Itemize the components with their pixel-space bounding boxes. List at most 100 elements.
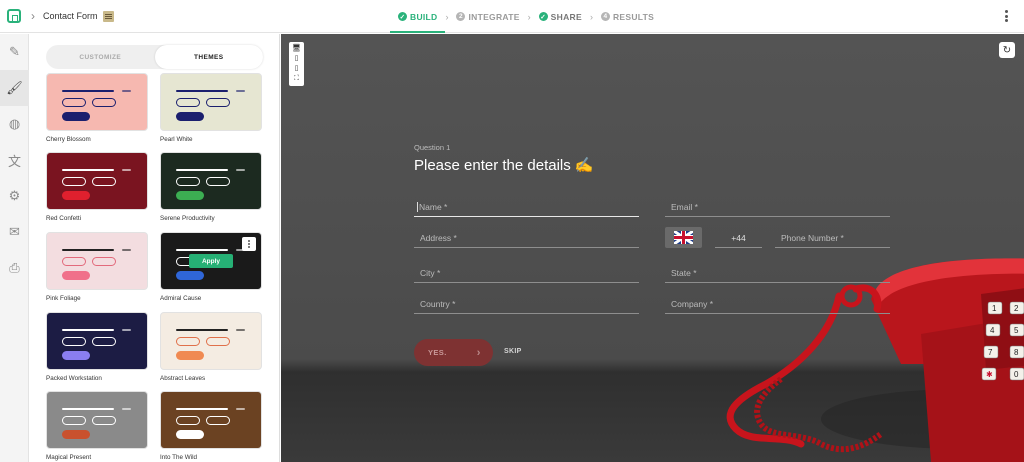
company-field[interactable]: Company * bbox=[665, 293, 890, 314]
theme-card[interactable]: Packed Workstation bbox=[46, 312, 148, 382]
theme-thumbnail[interactable] bbox=[160, 152, 262, 210]
chevron-right-icon: › bbox=[31, 9, 35, 23]
notepad-icon[interactable] bbox=[102, 10, 114, 22]
tab-customize[interactable]: CUSTOMIZE bbox=[46, 45, 155, 69]
theme-card[interactable]: Red Confetti bbox=[46, 152, 148, 222]
left-rail: ✎ 🖌 ◍ 文 ⚙ ✉ ⎙ bbox=[0, 34, 29, 462]
theme-thumbnail[interactable] bbox=[46, 232, 148, 290]
chevron-right-icon: › bbox=[476, 346, 481, 359]
question-number: Question 1 bbox=[414, 143, 451, 152]
paintbrush-icon[interactable]: 🖌 bbox=[0, 70, 29, 106]
svg-text:1: 1 bbox=[992, 304, 997, 313]
theme-name: Pearl White bbox=[160, 136, 193, 143]
theme-card[interactable]: Into The Wild bbox=[160, 391, 262, 461]
step-label: SHARE bbox=[550, 11, 582, 22]
uk-flag-icon bbox=[674, 231, 693, 244]
theme-card[interactable]: Serene Productivity bbox=[160, 152, 262, 222]
theme-thumbnail[interactable] bbox=[46, 391, 148, 449]
theme-thumbnail[interactable]: Apply bbox=[160, 232, 262, 290]
desktop-icon[interactable]: 🖥 bbox=[292, 44, 301, 54]
theme-card[interactable]: Cherry Blossom bbox=[46, 73, 148, 143]
theme-thumbnail[interactable] bbox=[160, 73, 262, 131]
theme-name: Abstract Leaves bbox=[160, 375, 206, 382]
country-field[interactable]: Country * bbox=[414, 293, 639, 314]
company-placeholder: Company * bbox=[671, 299, 714, 309]
mail-icon[interactable]: ✉ bbox=[0, 214, 29, 250]
panel-tab-switch: CUSTOMIZE THEMES bbox=[46, 45, 263, 69]
svg-text:✱: ✱ bbox=[986, 370, 993, 379]
theme-name: Red Confetti bbox=[46, 215, 82, 222]
globe-icon[interactable]: ◍ bbox=[0, 106, 29, 142]
step-nav: ✓ BUILD › 2 INTEGRATE › ✓ SHARE › 4 RESU… bbox=[390, 0, 662, 33]
step-number: 2 bbox=[456, 12, 466, 21]
theme-card[interactable]: Abstract Leaves bbox=[160, 312, 262, 382]
theme-thumbnail[interactable] bbox=[160, 391, 262, 449]
yes-button[interactable]: YES. › bbox=[414, 339, 493, 366]
more-options-icon[interactable] bbox=[1005, 10, 1008, 22]
skip-button[interactable]: SKIP bbox=[504, 348, 522, 355]
theme-card[interactable]: Pearl White bbox=[160, 73, 262, 143]
step-label: BUILD bbox=[410, 11, 438, 22]
svg-text:4: 4 bbox=[990, 326, 995, 335]
theme-name: Packed Workstation bbox=[46, 375, 102, 382]
theme-thumbnail[interactable] bbox=[160, 312, 262, 370]
address-placeholder: Address * bbox=[420, 233, 457, 243]
theme-thumbnail[interactable] bbox=[46, 312, 148, 370]
check-icon: ✓ bbox=[538, 12, 548, 21]
printer-icon[interactable]: ⎙ bbox=[0, 250, 29, 286]
country-flag-select[interactable] bbox=[665, 227, 702, 248]
apply-theme-button[interactable]: Apply bbox=[189, 254, 233, 268]
refresh-icon[interactable]: ↻ bbox=[999, 42, 1015, 58]
svg-text:8: 8 bbox=[1014, 348, 1019, 357]
form-title[interactable]: Contact Form bbox=[43, 11, 98, 21]
home-icon[interactable] bbox=[7, 9, 21, 23]
theme-name: Serene Productivity bbox=[160, 215, 215, 222]
pencil-icon[interactable]: ✎ bbox=[0, 34, 29, 70]
svg-text:0: 0 bbox=[1014, 370, 1019, 379]
form-preview: 1 2 4 5 7 8 ✱ 0 🖥 ▯ ▯ ⛶ ↻ Question 1 Please … bbox=[281, 34, 1024, 462]
step-share[interactable]: ✓ SHARE bbox=[531, 0, 590, 33]
yes-label: YES. bbox=[428, 348, 447, 357]
mobile-icon[interactable]: ▯ bbox=[295, 64, 299, 74]
theme-thumbnail[interactable] bbox=[46, 152, 148, 210]
country-code[interactable]: +44 bbox=[715, 227, 762, 248]
fullscreen-icon[interactable]: ⛶ bbox=[294, 74, 299, 84]
top-bar: › Contact Form ✓ BUILD › 2 INTEGRATE › ✓… bbox=[0, 0, 1024, 33]
step-number: 4 bbox=[600, 12, 610, 21]
question-title: Please enter the details ✍️ bbox=[414, 157, 594, 174]
svg-text:5: 5 bbox=[1014, 326, 1019, 335]
themes-panel: CUSTOMIZE THEMES Cherry Blossom Pearl Whi… bbox=[29, 34, 280, 462]
theme-card[interactable]: Apply Admiral Cause bbox=[160, 232, 262, 302]
theme-name: Admiral Cause bbox=[160, 295, 202, 302]
theme-thumbnail[interactable] bbox=[46, 73, 148, 131]
theme-card[interactable]: Pink Foliage bbox=[46, 232, 148, 302]
step-integrate[interactable]: 2 INTEGRATE bbox=[448, 0, 527, 33]
device-toggle: 🖥 ▯ ▯ ⛶ bbox=[289, 42, 304, 86]
svg-text:2: 2 bbox=[1014, 304, 1019, 313]
theme-name: Into The Wild bbox=[160, 454, 197, 461]
city-field[interactable]: City * bbox=[414, 262, 639, 283]
email-field[interactable]: Email * bbox=[665, 196, 890, 217]
state-placeholder: State * bbox=[671, 268, 697, 278]
name-placeholder: Name * bbox=[419, 202, 448, 212]
state-field[interactable]: State * bbox=[665, 262, 890, 283]
step-label: RESULTS bbox=[612, 11, 655, 22]
step-build[interactable]: ✓ BUILD bbox=[390, 0, 446, 33]
telephone-image: 1 2 4 5 7 8 ✱ 0 bbox=[726, 258, 1024, 462]
gear-icon[interactable]: ⚙ bbox=[0, 178, 29, 214]
address-field[interactable]: Address * bbox=[414, 227, 639, 248]
name-field[interactable]: Name * bbox=[414, 196, 639, 217]
check-icon: ✓ bbox=[398, 12, 407, 21]
tab-themes[interactable]: THEMES bbox=[154, 45, 263, 69]
step-results[interactable]: 4 RESULTS bbox=[593, 0, 662, 33]
theme-card[interactable]: Magical Present bbox=[46, 391, 148, 461]
theme-name: Cherry Blossom bbox=[46, 136, 91, 143]
email-placeholder: Email * bbox=[671, 202, 698, 212]
phone-placeholder: Phone Number * bbox=[781, 233, 844, 243]
translate-icon[interactable]: 文 bbox=[0, 142, 29, 178]
more-options-icon[interactable] bbox=[242, 237, 256, 251]
step-label: INTEGRATE bbox=[468, 11, 520, 22]
tablet-icon[interactable]: ▯ bbox=[295, 54, 299, 64]
phone-field[interactable]: Phone Number * bbox=[775, 227, 890, 248]
theme-name: Pink Foliage bbox=[46, 295, 81, 302]
